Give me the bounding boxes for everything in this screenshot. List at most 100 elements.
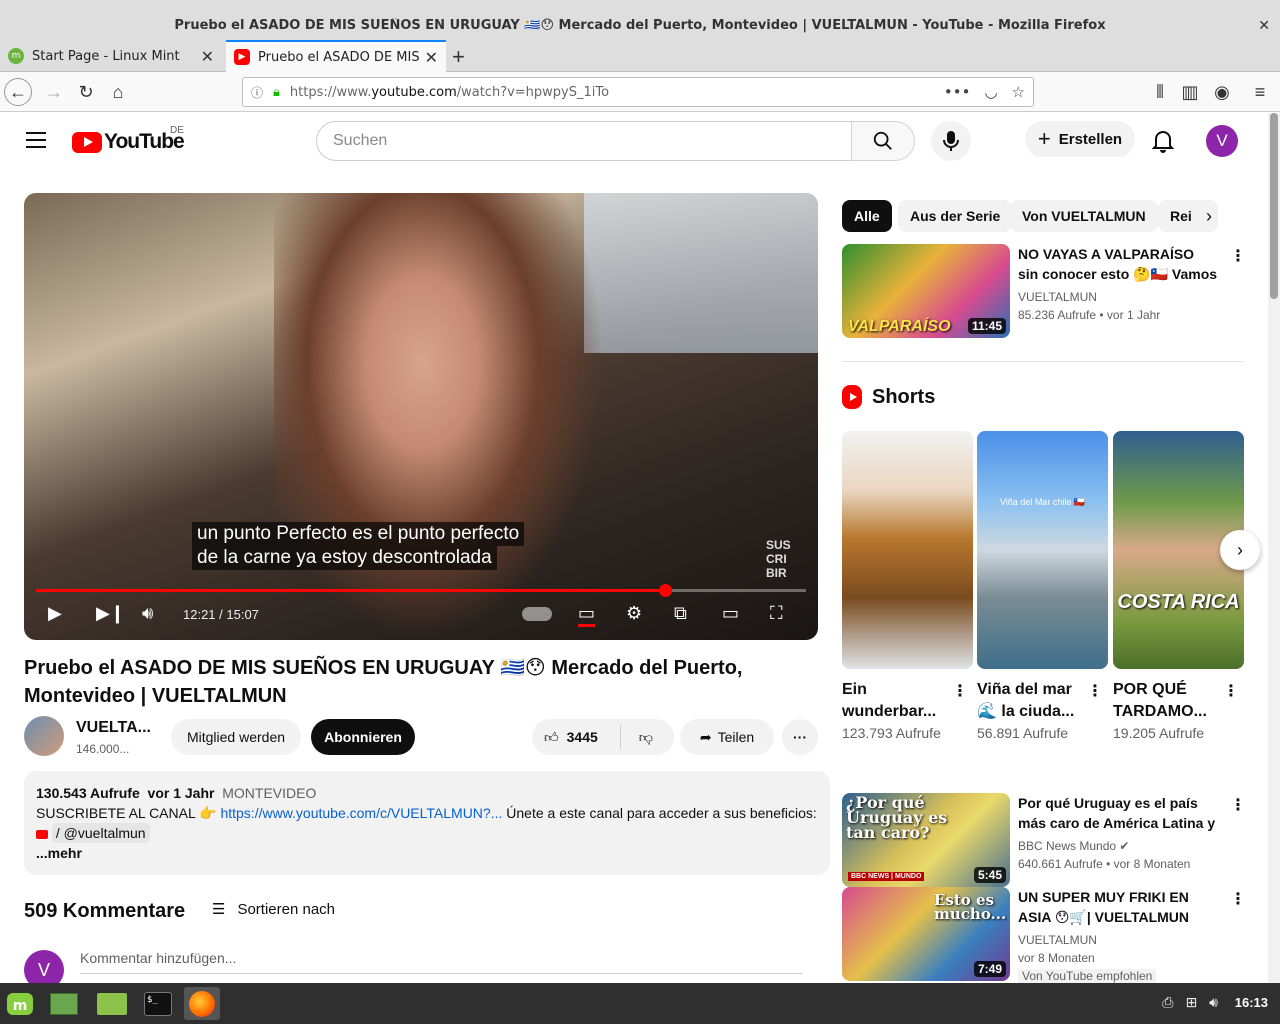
- firefox-taskbar-icon[interactable]: [184, 987, 220, 1020]
- video-title[interactable]: UN SUPER MUY FRIKI EN ASIA 😯🛒| VUELTALMU…: [1018, 887, 1218, 927]
- library-icon[interactable]: ⫴: [1146, 78, 1174, 106]
- page-actions-icon[interactable]: •••: [944, 83, 971, 101]
- chip-series[interactable]: Aus der Serie: [898, 200, 1013, 232]
- mint-menu-icon[interactable]: m: [2, 987, 38, 1020]
- subscribe-button[interactable]: Abonnieren: [311, 719, 415, 755]
- channel-name[interactable]: VUELTA...: [76, 719, 151, 737]
- location-tag[interactable]: MONTEVIDEO: [222, 785, 316, 801]
- thumbs-down-icon[interactable]: 👎︎: [639, 729, 653, 746]
- video-title[interactable]: Por qué Uruguay es el país más caro de A…: [1018, 793, 1218, 833]
- more-vert-icon[interactable]: ⋮: [1087, 681, 1103, 701]
- site-info-icon[interactable]: ⓘ: [251, 84, 263, 101]
- tab-youtube-video[interactable]: ▶ Pruebo el ASADO DE MIS SUEÑOS ✕: [226, 40, 446, 72]
- new-tab-icon[interactable]: +: [452, 44, 465, 70]
- show-more-link[interactable]: ...mehr: [36, 843, 818, 863]
- channel-name[interactable]: BBC News Mundo ✔: [1018, 839, 1129, 853]
- scrubber-handle[interactable]: [659, 584, 673, 597]
- like-count[interactable]: 3445: [567, 729, 598, 745]
- shorts-next-arrow-icon[interactable]: ›: [1220, 530, 1260, 570]
- close-window-icon[interactable]: ✕: [1258, 17, 1270, 34]
- url-bar[interactable]: ⓘ 🔒︎ https://www. youtube.com/watch?v=hpw…: [242, 77, 1034, 107]
- autoplay-toggle[interactable]: [522, 607, 552, 621]
- sidebar-icon[interactable]: ▥: [1176, 78, 1204, 106]
- guide-menu-icon[interactable]: [26, 132, 46, 148]
- channel-avatar[interactable]: [24, 716, 64, 756]
- short-title[interactable]: Viña del mar 🌊 la ciuda...: [977, 679, 1087, 723]
- progress-bar[interactable]: [36, 584, 806, 597]
- tab-close-icon[interactable]: ✕: [201, 47, 214, 66]
- more-vert-icon[interactable]: ⋮: [952, 681, 968, 701]
- more-vert-icon[interactable]: ⋮: [1230, 795, 1246, 815]
- account-avatar[interactable]: V: [1206, 125, 1238, 157]
- network-icon[interactable]: ⊞: [1185, 994, 1197, 1011]
- settings-gear-icon[interactable]: ⚙: [626, 603, 642, 624]
- video-title[interactable]: NO VAYAS A VALPARAÍSO sin conocer esto 🤔…: [1018, 244, 1218, 284]
- recommended-video[interactable]: ¿Por qué Uruguay es tan caro? BBC NEWS |…: [842, 793, 1246, 887]
- notifications-button[interactable]: [1151, 129, 1175, 158]
- sort-comments-button[interactable]: ☰ Sortieren nach: [212, 900, 336, 919]
- tab-start-page[interactable]: m Start Page - Linux Mint ✕: [0, 40, 222, 72]
- show-desktop-icon[interactable]: [46, 987, 82, 1020]
- short-title[interactable]: Ein wunderbar...: [842, 679, 952, 723]
- search-input[interactable]: Suchen: [316, 121, 852, 161]
- create-button[interactable]: + Erstellen: [1025, 121, 1135, 157]
- recommended-video[interactable]: VALPARAÍSO 11:45 NO VAYAS A VALPARAÍSO s…: [842, 244, 1246, 338]
- forward-arrow-icon[interactable]: →: [40, 78, 68, 106]
- caption-overlay: un punto Perfecto es el punto perfecto d…: [192, 522, 525, 570]
- video-player[interactable]: un punto Perfecto es el punto perfecto d…: [24, 193, 818, 640]
- terminal-icon[interactable]: $_: [140, 987, 176, 1020]
- short-item[interactable]: Ein wunderbar... 123.793 Aufrufe ⋮: [842, 431, 973, 743]
- next-video-icon[interactable]: ▶❙: [96, 603, 125, 624]
- fullscreen-icon[interactable]: ⛶: [770, 603, 783, 624]
- file-manager-icon[interactable]: [94, 987, 130, 1020]
- add-comment-input[interactable]: Kommentar hinzufügen...: [80, 950, 802, 974]
- clock[interactable]: 16:13: [1235, 995, 1268, 1010]
- bookmark-star-icon[interactable]: ☆: [1012, 83, 1025, 101]
- account-icon[interactable]: ◉: [1208, 78, 1236, 106]
- more-actions-button[interactable]: ···: [782, 719, 818, 755]
- short-item[interactable]: Viña del Mar chile 🇨🇱 Viña del mar 🌊 la …: [977, 431, 1108, 743]
- share-button[interactable]: ➦ Teilen: [680, 719, 774, 755]
- short-item[interactable]: COSTA RICA POR QUÉ TARDAMO... 19.205 Auf…: [1113, 431, 1244, 743]
- short-thumbnail[interactable]: [842, 431, 973, 669]
- subscribe-watermark[interactable]: SUS CRI BIR: [766, 538, 800, 580]
- short-title[interactable]: POR QUÉ TARDAMO...: [1113, 679, 1223, 723]
- theater-mode-icon[interactable]: ▭: [722, 603, 739, 624]
- sort-label: Sortieren nach: [237, 900, 336, 918]
- description-box[interactable]: 130.543 Aufrufe vor 1 Jahr MONTEVIDEO SU…: [24, 771, 830, 875]
- subtitles-icon[interactable]: ▭: [578, 603, 596, 627]
- short-thumbnail[interactable]: Viña del Mar chile 🇨🇱: [977, 431, 1108, 669]
- more-vert-icon[interactable]: ⋮: [1230, 246, 1246, 266]
- back-arrow-icon[interactable]: ←: [4, 78, 32, 106]
- join-membership-button[interactable]: Mitglied werden: [171, 719, 301, 755]
- tab-close-icon[interactable]: ✕: [425, 48, 438, 67]
- recommended-video[interactable]: Esto es mucho... 7:49 UN SUPER MUY FRIKI…: [842, 887, 1246, 983]
- page-scrollbar[interactable]: [1268, 113, 1280, 983]
- channel-name[interactable]: VUELTALMUN: [1018, 933, 1097, 947]
- more-vert-icon[interactable]: ⋮: [1230, 889, 1246, 909]
- channel-handle[interactable]: / @vueltalmun: [51, 823, 150, 843]
- youtube-logo[interactable]: YouTube DE: [72, 125, 185, 154]
- video-thumbnail[interactable]: ¿Por qué Uruguay es tan caro? BBC NEWS |…: [842, 793, 1010, 887]
- video-thumbnail[interactable]: Esto es mucho... 7:49: [842, 887, 1010, 981]
- channel-name[interactable]: VUELTALMUN: [1018, 290, 1097, 304]
- reload-icon[interactable]: ↻: [72, 78, 100, 106]
- home-icon[interactable]: ⌂: [104, 78, 132, 106]
- search-button[interactable]: [851, 121, 915, 161]
- more-vert-icon[interactable]: ⋮: [1223, 681, 1239, 701]
- chip-channel[interactable]: Von VUELTALMUN: [1010, 200, 1158, 232]
- thumbs-up-icon[interactable]: 👍︎: [544, 729, 559, 746]
- video-thumbnail[interactable]: VALPARAÍSO 11:45: [842, 244, 1010, 338]
- pocket-icon[interactable]: ◡: [984, 83, 997, 101]
- channel-link[interactable]: https://www.youtube.com/c/VUELTALMUN?...: [220, 805, 502, 821]
- voice-search-button[interactable]: [931, 121, 971, 161]
- play-icon[interactable]: ▶: [48, 603, 62, 624]
- volume-icon[interactable]: 🔊︎: [142, 603, 153, 624]
- chip-all[interactable]: Alle: [842, 200, 892, 232]
- volume-icon[interactable]: 🔊︎: [1209, 994, 1218, 1011]
- scrollbar-thumb[interactable]: [1270, 113, 1278, 299]
- chevron-right-icon[interactable]: ›: [1206, 206, 1212, 227]
- menu-icon[interactable]: ≡: [1246, 78, 1274, 106]
- miniplayer-icon[interactable]: ⧉: [674, 603, 687, 624]
- printer-icon[interactable]: ⎙: [1162, 994, 1173, 1011]
